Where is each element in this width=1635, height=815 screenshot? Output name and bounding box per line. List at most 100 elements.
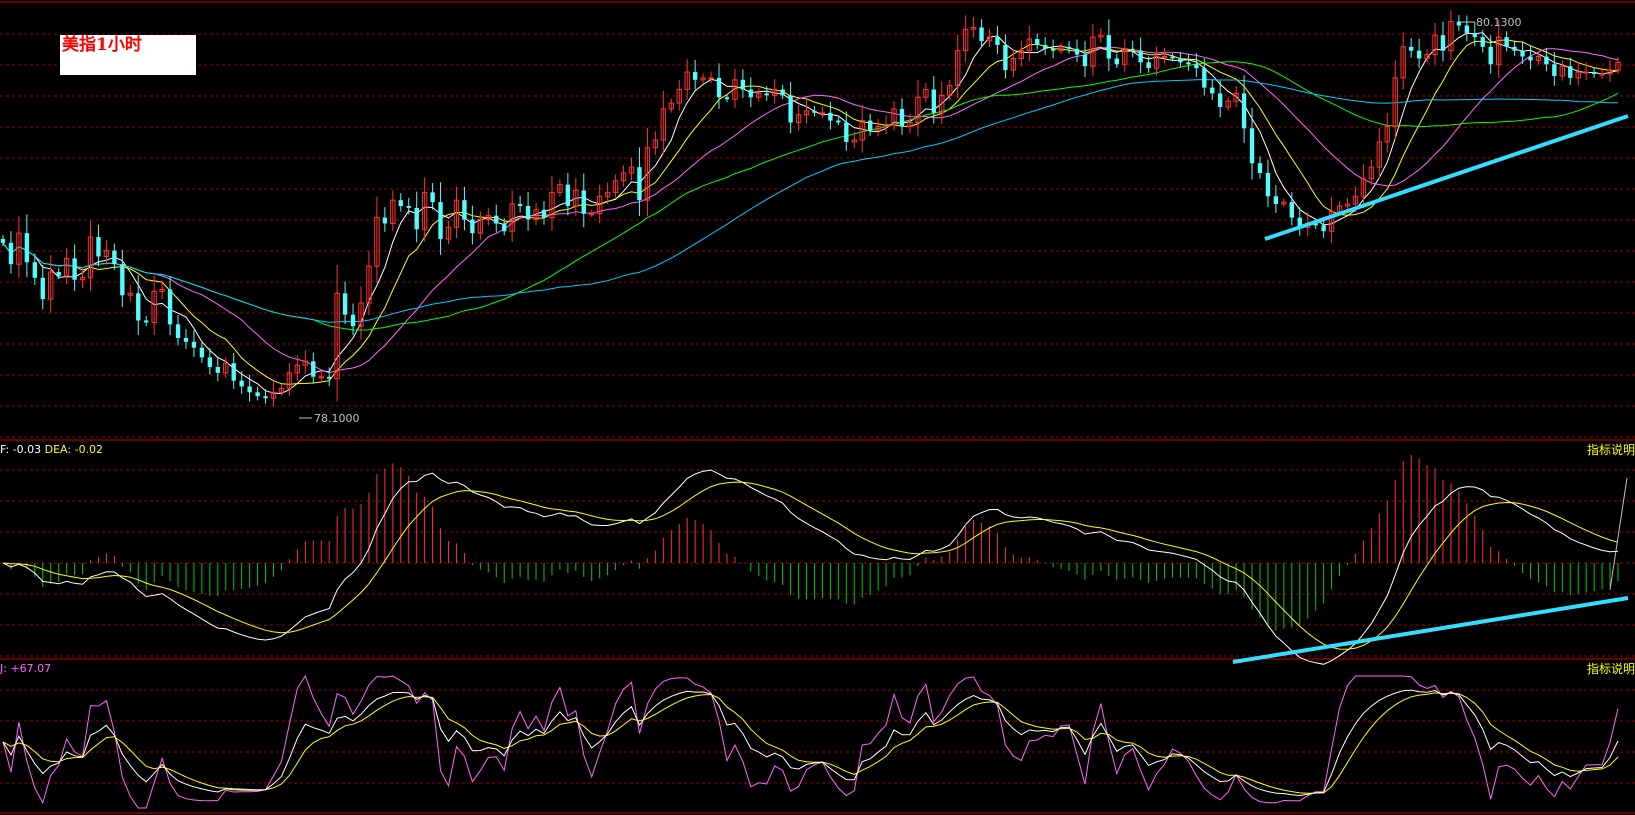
candle-body bbox=[1161, 56, 1168, 59]
candle-body bbox=[1257, 163, 1263, 173]
candle-body bbox=[1480, 37, 1485, 47]
candle-body bbox=[414, 207, 419, 230]
candle-body bbox=[812, 110, 817, 113]
macd-legend: F: -0.03 DEA: -0.02 bbox=[0, 443, 103, 456]
candle-body bbox=[1528, 56, 1533, 61]
j-line bbox=[2, 674, 1619, 809]
candle-body bbox=[517, 204, 523, 206]
candle-body bbox=[565, 184, 571, 206]
candle-body bbox=[191, 341, 197, 348]
title-panel: 美指1小时 bbox=[60, 35, 196, 75]
candle-body bbox=[692, 72, 698, 80]
dea-line bbox=[2, 481, 1619, 650]
candle-body bbox=[326, 376, 332, 379]
candle-body bbox=[589, 213, 595, 216]
candle-body bbox=[207, 357, 213, 368]
candle-body bbox=[844, 122, 849, 142]
chart-title: 美指1小时 bbox=[62, 35, 142, 55]
candle-body bbox=[1194, 64, 1199, 69]
candle-body bbox=[724, 97, 730, 100]
candle-body bbox=[215, 367, 220, 373]
candle-body bbox=[1568, 66, 1573, 78]
candle-body bbox=[1082, 54, 1088, 67]
candle-body bbox=[199, 347, 205, 358]
candle-body bbox=[342, 293, 348, 315]
dif-line bbox=[2, 469, 1619, 665]
candle-body bbox=[1050, 48, 1056, 51]
candle-body bbox=[350, 314, 356, 327]
candle-body bbox=[8, 242, 14, 265]
candle-body bbox=[764, 93, 769, 96]
ma40-line bbox=[2, 61, 1619, 331]
candle-body bbox=[167, 289, 173, 325]
candle-body bbox=[175, 324, 181, 338]
candle-body bbox=[136, 293, 141, 321]
chart-canvas: 80.1300 78.1000 bbox=[0, 1, 1635, 814]
candle-body bbox=[1289, 202, 1295, 218]
candle-body bbox=[72, 258, 77, 280]
candle-body bbox=[502, 223, 507, 232]
kdj-j-value: J: +67.07 bbox=[0, 662, 52, 675]
candle-body bbox=[899, 108, 905, 127]
candle-body bbox=[1265, 172, 1271, 197]
candle-body bbox=[748, 89, 754, 98]
candle-body bbox=[1472, 33, 1477, 38]
candle-body bbox=[1599, 73, 1605, 76]
macd-lines bbox=[2, 469, 1619, 665]
candle-body bbox=[311, 361, 316, 377]
candle-body bbox=[979, 27, 984, 41]
candle-body bbox=[318, 376, 324, 379]
candle-body bbox=[120, 264, 125, 296]
ma5-line bbox=[2, 32, 1619, 395]
candle-body bbox=[24, 233, 30, 263]
candle-body bbox=[1186, 62, 1191, 65]
candle-body bbox=[1003, 44, 1008, 71]
candle-body bbox=[1074, 48, 1080, 55]
candle-body bbox=[637, 167, 642, 201]
candle-body bbox=[1218, 93, 1223, 107]
candle-body bbox=[239, 380, 244, 387]
price-trendline bbox=[1264, 114, 1629, 241]
candle-body bbox=[1210, 87, 1215, 94]
kdj-indicator-help-button[interactable]: 指标说明 bbox=[1587, 662, 1635, 676]
candle-body bbox=[1416, 50, 1422, 59]
candle-body bbox=[382, 217, 388, 224]
candle-body bbox=[1146, 62, 1151, 69]
candle-body bbox=[1321, 225, 1326, 232]
candle-body bbox=[1249, 128, 1255, 164]
candle-body bbox=[541, 209, 547, 218]
candle-body bbox=[1035, 39, 1040, 45]
candle-body bbox=[1591, 72, 1597, 74]
moving-average-lines bbox=[2, 32, 1619, 395]
candle-body bbox=[1178, 58, 1183, 63]
d-line bbox=[2, 692, 1619, 794]
candle-body bbox=[995, 37, 1000, 45]
candle-body bbox=[231, 363, 236, 381]
candle-body bbox=[581, 190, 586, 214]
candle-body bbox=[867, 120, 873, 131]
high-price-label: 80.1300 bbox=[1476, 16, 1522, 29]
grid-lines bbox=[0, 33, 1635, 784]
candle-body bbox=[1408, 46, 1414, 51]
pane-frame bbox=[0, 1, 1635, 814]
candle-body bbox=[255, 392, 260, 397]
macd-histogram bbox=[10, 455, 1619, 631]
candle-body bbox=[183, 337, 189, 342]
ma10-line bbox=[2, 39, 1619, 385]
macd-indicator-help-button[interactable]: 指标说明 bbox=[1587, 443, 1635, 457]
candle-body bbox=[144, 320, 149, 323]
candle-body bbox=[1138, 50, 1143, 63]
candle-body bbox=[1464, 25, 1470, 34]
candle-body bbox=[406, 205, 411, 208]
candle-body bbox=[438, 202, 443, 239]
candle-body bbox=[112, 250, 117, 265]
candle-body bbox=[1043, 44, 1048, 49]
candle-body bbox=[247, 386, 252, 393]
candle-body bbox=[1241, 93, 1247, 129]
k-line bbox=[2, 689, 1619, 797]
candle-body bbox=[1544, 56, 1549, 65]
candle-body bbox=[398, 200, 403, 206]
candle-body bbox=[1512, 46, 1517, 51]
candle-body bbox=[494, 215, 499, 224]
candle-body bbox=[1273, 196, 1279, 205]
